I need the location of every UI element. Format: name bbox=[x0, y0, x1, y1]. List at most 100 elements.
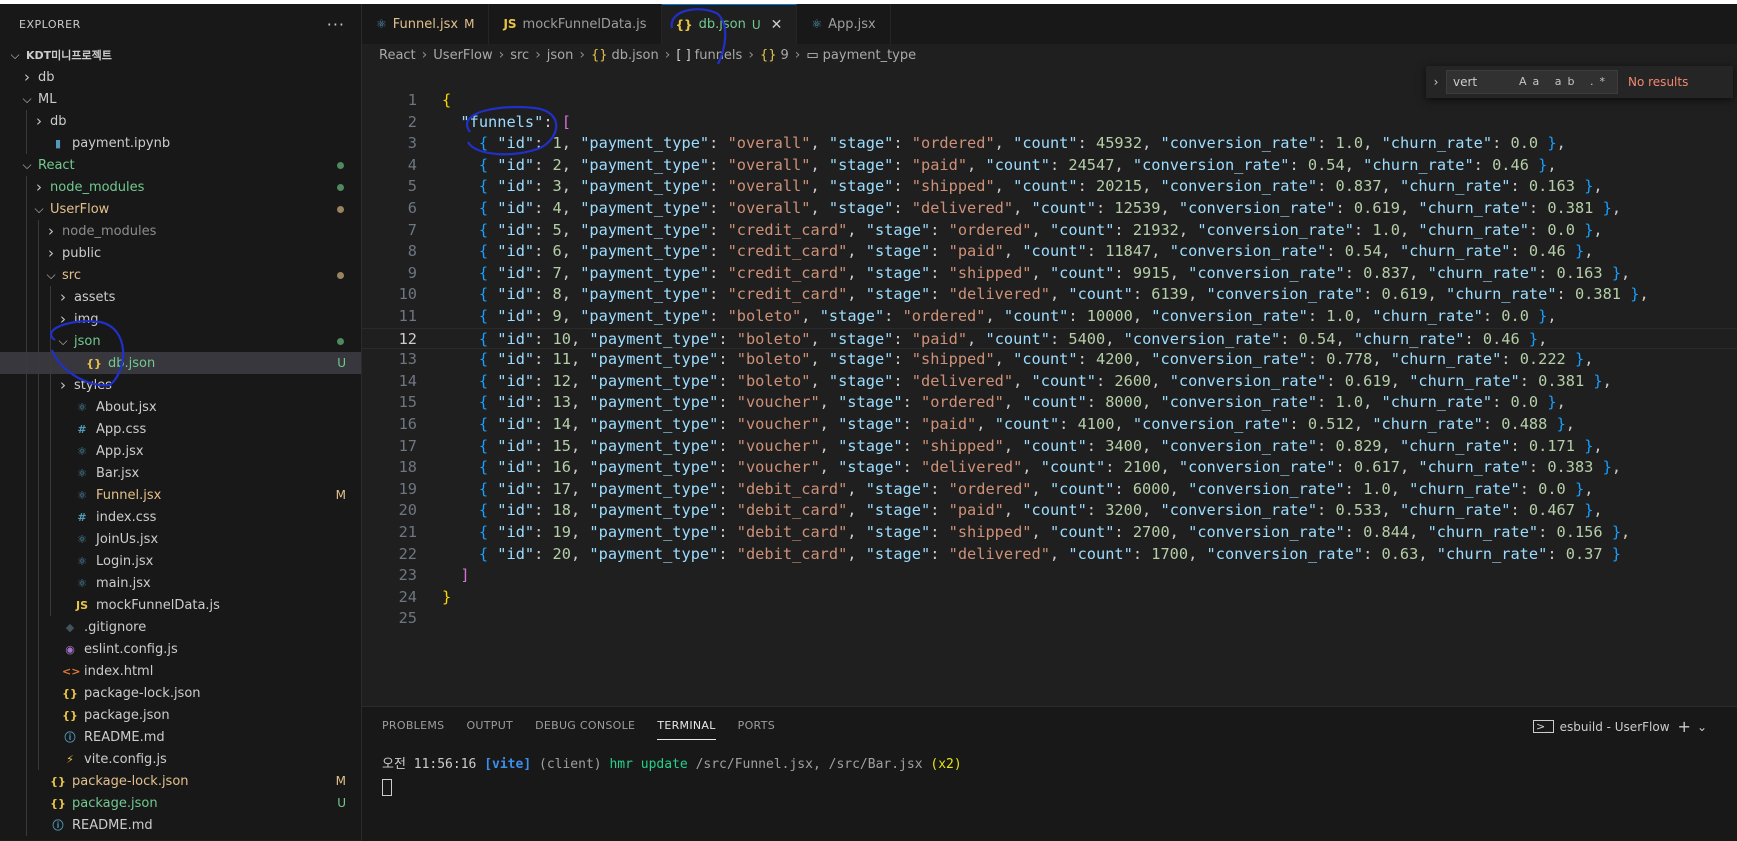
code-line[interactable]: 12 { "id": 10, "payment_type": "boleto",… bbox=[362, 327, 1737, 350]
tree-item[interactable]: ⚛ About.jsx bbox=[0, 396, 361, 418]
tree-item[interactable]: ⌵ ML bbox=[0, 88, 361, 110]
code-line[interactable]: 2 "funnels": [ bbox=[362, 112, 1737, 134]
tree-item[interactable]: {} package-lock.json bbox=[0, 682, 361, 704]
code-line[interactable]: 8 { "id": 6, "payment_type": "credit_car… bbox=[362, 241, 1737, 263]
tree-item[interactable]: ⚛ Login.jsx bbox=[0, 550, 361, 572]
panel-tab[interactable]: DEBUG CONSOLE bbox=[535, 713, 635, 739]
code-line[interactable]: 22 { "id": 20, "payment_type": "debit_ca… bbox=[362, 544, 1737, 566]
find-options-icons[interactable]: Aa ab .* bbox=[1519, 75, 1611, 88]
panel-tab[interactable]: TERMINAL bbox=[657, 713, 716, 740]
editor-tab[interactable]: JS mockFunnelData.js bbox=[489, 4, 662, 44]
toggle-replace-chevron-icon[interactable]: › bbox=[1426, 75, 1446, 89]
panel-tab[interactable]: PROBLEMS bbox=[382, 713, 444, 739]
code-line[interactable]: 7 { "id": 5, "payment_type": "credit_car… bbox=[362, 220, 1737, 242]
editor-tab[interactable]: ⚛ Funnel.jsx M bbox=[362, 4, 490, 44]
tree-item[interactable]: {} db.json U bbox=[0, 352, 361, 374]
tree-item[interactable]: › img bbox=[0, 308, 361, 330]
tree-item[interactable]: ⓘ README.md bbox=[0, 726, 361, 748]
code-line[interactable]: 15 { "id": 13, "payment_type": "voucher"… bbox=[362, 392, 1737, 414]
code-line[interactable]: 5 { "id": 3, "payment_type": "overall", … bbox=[362, 176, 1737, 198]
terminal-output[interactable]: 오전 11:56:16 [vite] (client) hmr update /… bbox=[382, 753, 962, 772]
terminal-name[interactable]: esbuild - UserFlow bbox=[1560, 720, 1670, 734]
tree-item[interactable]: ⌵ KDT미니프로젝트 bbox=[0, 44, 361, 66]
new-terminal-plus-icon[interactable]: + bbox=[1678, 717, 1691, 736]
tree-item[interactable]: ▮ payment.ipynb bbox=[0, 132, 361, 154]
find-input[interactable]: vert Aa ab .* bbox=[1446, 70, 1618, 94]
code-line[interactable]: 19 { "id": 17, "payment_type": "debit_ca… bbox=[362, 479, 1737, 501]
tree-item[interactable]: # App.css bbox=[0, 418, 361, 440]
code-line[interactable]: 25 bbox=[362, 608, 1737, 630]
chevron-right-icon[interactable]: › bbox=[56, 310, 70, 328]
tree-item[interactable]: ◉ eslint.config.js bbox=[0, 638, 361, 660]
code-line[interactable]: 11 { "id": 9, "payment_type": "boleto", … bbox=[362, 306, 1737, 328]
chevron-right-icon[interactable]: › bbox=[44, 244, 58, 262]
tree-item[interactable]: {} package.json U bbox=[0, 792, 361, 814]
breadcrumb-item[interactable]: src bbox=[510, 48, 529, 63]
tree-item[interactable]: › node_modules bbox=[0, 176, 361, 198]
terminal-dropdown-chevron-icon[interactable]: ⌄ bbox=[1697, 720, 1707, 734]
tree-item[interactable]: › db bbox=[0, 110, 361, 132]
tree-item[interactable]: ⌵ UserFlow bbox=[0, 198, 361, 220]
tree-item[interactable]: › assets bbox=[0, 286, 361, 308]
tree-item[interactable]: ⌵ src bbox=[0, 264, 361, 286]
close-icon[interactable]: ✕ bbox=[771, 17, 783, 33]
chevron-down-icon[interactable]: ⌵ bbox=[32, 202, 46, 217]
code-line[interactable]: 23 ] bbox=[362, 565, 1737, 587]
chevron-right-icon[interactable]: › bbox=[56, 376, 70, 394]
tree-item[interactable]: › public bbox=[0, 242, 361, 264]
editor-tab[interactable]: {} db.json U ✕ bbox=[661, 4, 798, 44]
code-line[interactable]: 21 { "id": 19, "payment_type": "debit_ca… bbox=[362, 522, 1737, 544]
tree-item[interactable]: › styles bbox=[0, 374, 361, 396]
chevron-right-icon[interactable]: › bbox=[32, 112, 46, 130]
more-actions-icon[interactable]: ··· bbox=[327, 15, 345, 34]
editor-tab[interactable]: ⚛ App.jsx bbox=[797, 4, 891, 44]
chevron-down-icon[interactable]: ⌵ bbox=[56, 334, 70, 349]
chevron-right-icon[interactable]: › bbox=[32, 178, 46, 196]
code-line[interactable]: 18 { "id": 16, "payment_type": "voucher"… bbox=[362, 457, 1737, 479]
code-line[interactable]: 13 { "id": 11, "payment_type": "boleto",… bbox=[362, 349, 1737, 371]
code-line[interactable]: 4 { "id": 2, "payment_type": "overall", … bbox=[362, 155, 1737, 177]
tree-item[interactable]: ⓘ README.md bbox=[0, 814, 361, 836]
panel-tab[interactable]: OUTPUT bbox=[466, 713, 513, 739]
tree-item[interactable]: {} package-lock.json M bbox=[0, 770, 361, 792]
tree-item[interactable]: JS mockFunnelData.js bbox=[0, 594, 361, 616]
tree-item[interactable]: ⚛ App.jsx bbox=[0, 440, 361, 462]
tree-item[interactable]: ⌵ json bbox=[0, 330, 361, 352]
tree-item[interactable]: › node_modules bbox=[0, 220, 361, 242]
tree-item[interactable]: ⌵ React bbox=[0, 154, 361, 176]
chevron-right-icon[interactable]: › bbox=[20, 68, 34, 86]
code-line[interactable]: 6 { "id": 4, "payment_type": "overall", … bbox=[362, 198, 1737, 220]
chevron-right-icon[interactable]: › bbox=[56, 288, 70, 306]
tree-item[interactable]: ⚛ Bar.jsx bbox=[0, 462, 361, 484]
code-line[interactable]: 10 { "id": 8, "payment_type": "credit_ca… bbox=[362, 284, 1737, 306]
chevron-right-icon[interactable]: › bbox=[44, 222, 58, 240]
code-line[interactable]: 20 { "id": 18, "payment_type": "debit_ca… bbox=[362, 500, 1737, 522]
breadcrumb-item[interactable]: payment_type bbox=[823, 48, 916, 63]
code-editor[interactable]: 1{2 "funnels": [3 { "id": 1, "payment_ty… bbox=[362, 90, 1737, 700]
chevron-down-icon[interactable]: ⌵ bbox=[20, 158, 34, 173]
chevron-down-icon[interactable]: ⌵ bbox=[20, 92, 34, 107]
breadcrumb-item[interactable]: json bbox=[547, 48, 574, 63]
code-line[interactable]: 3 { "id": 1, "payment_type": "overall", … bbox=[362, 133, 1737, 155]
code-line[interactable]: 16 { "id": 14, "payment_type": "voucher"… bbox=[362, 414, 1737, 436]
breadcrumb-item[interactable]: funnels bbox=[695, 48, 743, 63]
tree-item[interactable]: › db bbox=[0, 66, 361, 88]
tree-item[interactable]: {} package.json bbox=[0, 704, 361, 726]
code-line[interactable]: 9 { "id": 7, "payment_type": "credit_car… bbox=[362, 263, 1737, 285]
tree-item[interactable]: # index.css bbox=[0, 506, 361, 528]
panel-tab[interactable]: PORTS bbox=[738, 713, 775, 739]
code-line[interactable]: 14 { "id": 12, "payment_type": "boleto",… bbox=[362, 371, 1737, 393]
code-line[interactable]: 24} bbox=[362, 587, 1737, 609]
tree-item[interactable]: ⚛ JoinUs.jsx bbox=[0, 528, 361, 550]
tree-item[interactable]: ⚡ vite.config.js bbox=[0, 748, 361, 770]
code-line[interactable]: 17 { "id": 15, "payment_type": "voucher"… bbox=[362, 436, 1737, 458]
tree-item[interactable]: ⚛ Funnel.jsx M bbox=[0, 484, 361, 506]
chevron-down-icon[interactable]: ⌵ bbox=[44, 268, 58, 283]
tree-item[interactable]: <> index.html bbox=[0, 660, 361, 682]
breadcrumb-item[interactable]: React bbox=[379, 48, 416, 63]
breadcrumb-item[interactable]: UserFlow bbox=[433, 48, 492, 63]
tree-item[interactable]: ◆ .gitignore bbox=[0, 616, 361, 638]
chevron-down-icon[interactable]: ⌵ bbox=[8, 48, 22, 63]
breadcrumb-item[interactable]: 9 bbox=[780, 48, 788, 63]
tree-item[interactable]: ⚛ main.jsx bbox=[0, 572, 361, 594]
